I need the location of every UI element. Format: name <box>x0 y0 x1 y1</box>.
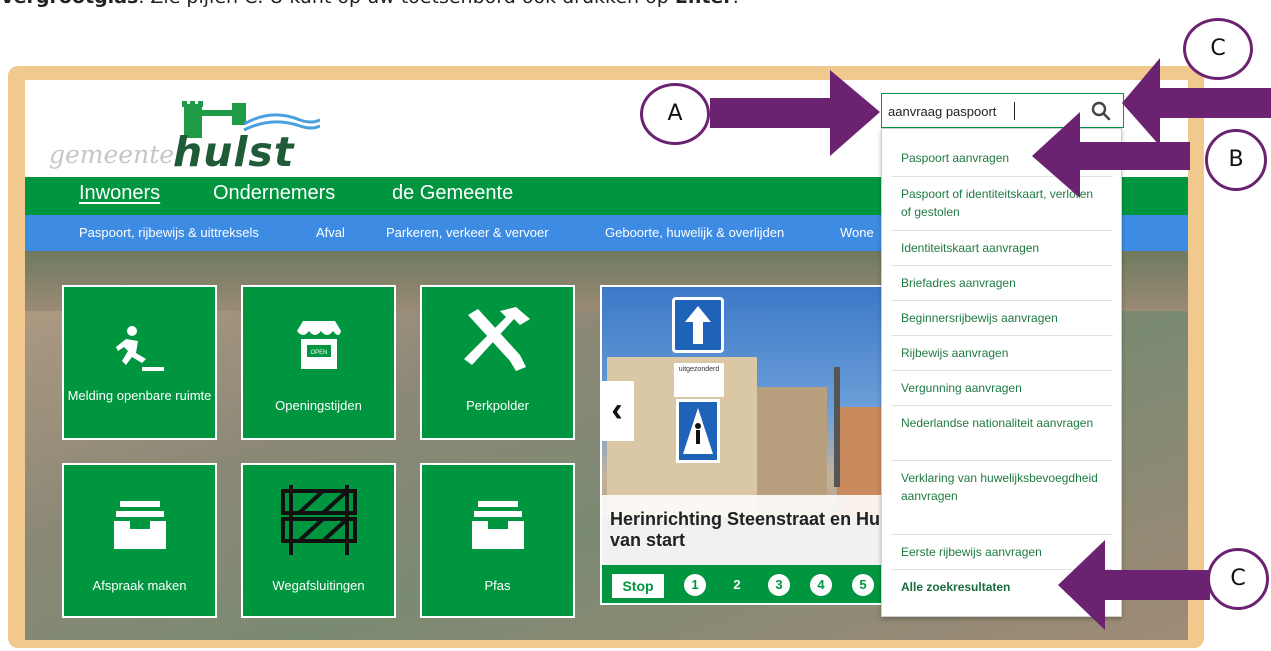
arrow-c-bottom <box>1058 540 1210 630</box>
arrow-a <box>710 70 880 156</box>
label-b: B <box>1205 129 1267 191</box>
annotation-arrows <box>710 58 1271 630</box>
label-a: A <box>640 83 710 145</box>
label-c-bottom: C <box>1207 548 1269 610</box>
tutorial-screenshot: Vergrootglas. Zie pijlen C. U kunt op uw… <box>0 0 1271 651</box>
label-c-top: C <box>1183 18 1253 80</box>
arrow-b <box>1032 112 1190 198</box>
